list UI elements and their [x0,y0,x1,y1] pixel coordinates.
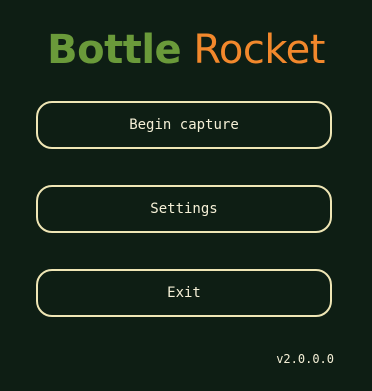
version-label: v2.0.0.0 [276,352,334,366]
begin-capture-button[interactable]: Begin capture [36,101,332,149]
settings-button[interactable]: Settings [36,185,332,233]
exit-button[interactable]: Exit [36,269,332,317]
app-title: Bottle Rocket [0,24,372,76]
app-title-rocket: Rocket [193,27,325,73]
app-title-bottle: Bottle [47,27,182,73]
